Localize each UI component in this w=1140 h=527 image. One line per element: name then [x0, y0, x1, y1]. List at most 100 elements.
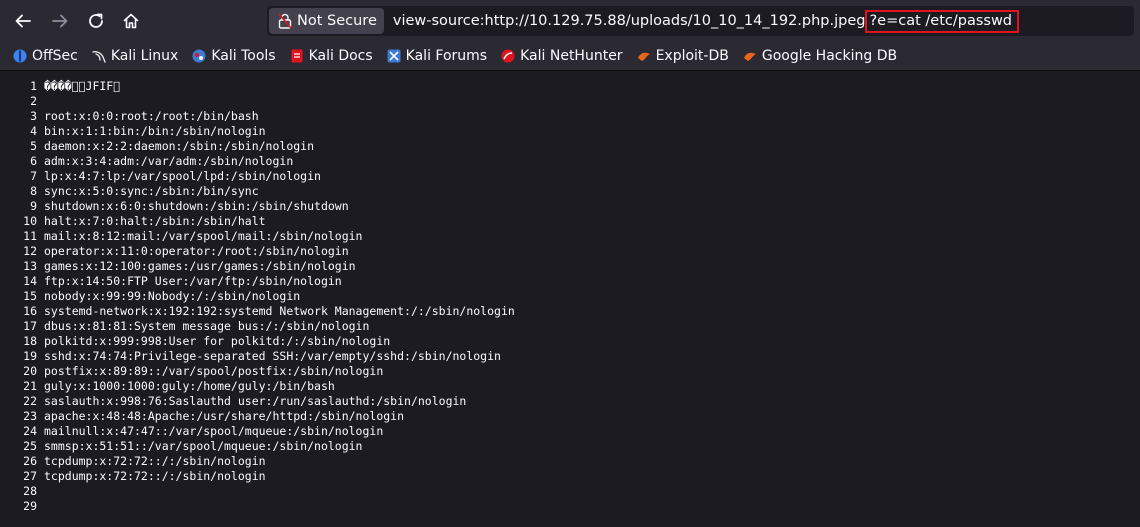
line-number: 8	[30, 184, 37, 198]
exploit-db-icon	[636, 48, 652, 64]
line-number: 3	[30, 109, 37, 123]
line-number: 2	[30, 94, 37, 108]
line-number: 14	[23, 274, 37, 288]
line-number: 26	[23, 454, 37, 468]
kali-dragon-icon	[91, 48, 107, 64]
bookmark-kali-nethunter[interactable]: Kali NetHunter	[500, 48, 623, 64]
home-icon	[123, 13, 139, 29]
security-label: Not Secure	[297, 13, 377, 29]
line-number: 29	[23, 499, 37, 513]
site-security-button[interactable]: Not Secure	[269, 8, 384, 34]
reload-icon	[89, 13, 103, 28]
line-text: nobody:x:99:99:Nobody:/:/sbin/nologin	[44, 289, 301, 303]
url-query-highlighted: ?e=cat /etc/passwd	[865, 9, 1020, 33]
line-number: 9	[30, 199, 37, 213]
line-text: guly:x:1000:1000:guly:/home/guly:/bin/ba…	[44, 379, 335, 393]
bookmark-kali-docs[interactable]: Kali Docs	[289, 48, 373, 64]
kali-docs-icon	[289, 48, 305, 64]
source-line: 18 polkitd:x:999:998:User for polkitd:/:/…	[0, 334, 1140, 349]
source-line: 11 mail:x:8:12:mail:/var/spool/mail:/sbin…	[0, 229, 1140, 244]
line-number: 11	[23, 229, 37, 243]
line-text: sshd:x:74:74:Privilege-separated SSH:/va…	[44, 349, 501, 363]
source-line: 15 nobody:x:99:99:Nobody:/:/sbin/nologin	[0, 289, 1140, 304]
bookmark-exploit-db[interactable]: Exploit-DB	[636, 48, 729, 64]
kali-tools-icon	[191, 48, 207, 64]
source-line: 6 adm:x:3:4:adm:/var/adm:/sbin/nologin	[0, 154, 1140, 169]
source-line: 5 daemon:x:2:2:daemon:/sbin:/sbin/nologin	[0, 139, 1140, 154]
arrow-left-icon	[15, 14, 31, 28]
source-line: 1 ���� JFIF 	[0, 79, 1140, 94]
bookmark-kali-forums[interactable]: Kali Forums	[386, 48, 487, 64]
line-number: 21	[23, 379, 37, 393]
line-text: postfix:x:89:89::/var/spool/postfix:/sbi…	[44, 364, 384, 378]
line-text: saslauth:x:998:76:Saslauthd user:/run/sa…	[44, 394, 467, 408]
line-number: 27	[23, 469, 37, 483]
bookmarks-toolbar: OffSec Kali Linux Kali Tools Kali Docs K…	[0, 42, 1140, 71]
source-line: 24 mailnull:x:47:47::/var/spool/mqueue:/s…	[0, 424, 1140, 439]
view-source-content: 1 ���� JFIF  2 3 root:x:0:0:root:/root:/bin…	[0, 71, 1140, 514]
url-text[interactable]: view-source:http://10.129.75.88/uploads/…	[393, 9, 1020, 33]
ghdb-icon	[742, 48, 758, 64]
line-text: halt:x:7:0:halt:/sbin:/sbin/halt	[44, 214, 266, 228]
line-text: operator:x:11:0:operator:/root:/sbin/nol…	[44, 244, 349, 258]
bookmark-label: Kali Docs	[308, 48, 373, 64]
line-number: 7	[30, 169, 37, 183]
line-number: 5	[30, 139, 37, 153]
line-number: 10	[23, 214, 37, 228]
source-line: 23 apache:x:48:48:Apache:/usr/share/httpd…	[0, 409, 1140, 424]
line-text: games:x:12:100:games:/usr/games:/sbin/no…	[44, 259, 356, 273]
line-text: bin:x:1:1:bin:/bin:/sbin/nologin	[44, 124, 266, 138]
source-line: 14 ftp:x:14:50:FTP User:/var/ftp:/sbin/no…	[0, 274, 1140, 289]
source-line: 4 bin:x:1:1:bin:/bin:/sbin/nologin	[0, 124, 1140, 139]
source-line: 9 shutdown:x:6:0:shutdown:/sbin:/sbin/shu…	[0, 199, 1140, 214]
line-number: 23	[23, 409, 37, 423]
nethunter-icon	[500, 48, 516, 64]
bookmark-label: Exploit-DB	[655, 48, 729, 64]
source-line: 10 halt:x:7:0:halt:/sbin:/sbin/halt	[0, 214, 1140, 229]
source-line: 3 root:x:0:0:root:/root:/bin/bash	[0, 109, 1140, 124]
line-number: 1	[30, 79, 37, 93]
source-line: 25 smmsp:x:51:51::/var/spool/mqueue:/sbin…	[0, 439, 1140, 454]
source-line: 16 systemd-network:x:192:192:systemd Netw…	[0, 304, 1140, 319]
bookmark-google-hacking-db[interactable]: Google Hacking DB	[742, 48, 897, 64]
line-text: dbus:x:81:81:System message bus:/:/sbin/…	[44, 319, 370, 333]
bookmark-offsec[interactable]: OffSec	[12, 48, 78, 64]
line-number: 28	[23, 484, 37, 498]
reload-button[interactable]	[81, 6, 111, 36]
line-number: 25	[23, 439, 37, 453]
bookmark-label: Google Hacking DB	[761, 48, 898, 64]
address-bar[interactable]: Not Secure view-source:http://10.129.75.…	[267, 6, 1134, 36]
line-number: 19	[23, 349, 37, 363]
back-button[interactable]	[8, 6, 38, 36]
line-text: tcpdump:x:72:72::/:/sbin/nologin	[44, 454, 266, 468]
source-line: 19 sshd:x:74:74:Privilege-separated SSH:/…	[0, 349, 1140, 364]
browser-toolbar: Not Secure view-source:http://10.129.75.…	[0, 0, 1140, 42]
line-text: adm:x:3:4:adm:/var/adm:/sbin/nologin	[44, 154, 294, 168]
line-number: 12	[23, 244, 37, 258]
line-number: 20	[23, 364, 37, 378]
line-text: root:x:0:0:root:/root:/bin/bash	[44, 109, 259, 123]
home-button[interactable]	[116, 6, 146, 36]
bookmark-label: Kali Forums	[405, 48, 488, 64]
bookmark-kali-linux[interactable]: Kali Linux	[91, 48, 178, 64]
bookmark-label: Kali NetHunter	[520, 48, 623, 64]
line-text: shutdown:x:6:0:shutdown:/sbin:/sbin/shut…	[44, 199, 349, 213]
bookmark-kali-tools[interactable]: Kali Tools	[191, 48, 276, 64]
line-text: lp:x:4:7:lp:/var/spool/lpd:/sbin/nologin	[44, 169, 321, 183]
line-text: daemon:x:2:2:daemon:/sbin:/sbin/nologin	[44, 139, 315, 153]
source-line: 8 sync:x:5:0:sync:/sbin:/bin/sync	[0, 184, 1140, 199]
line-text: sync:x:5:0:sync:/sbin:/bin/sync	[44, 184, 259, 198]
source-line: 21 guly:x:1000:1000:guly:/home/guly:/bin/…	[0, 379, 1140, 394]
line-text: apache:x:48:48:Apache:/usr/share/httpd:/…	[44, 409, 405, 423]
source-line: 28	[0, 484, 1140, 499]
source-line: 29	[0, 499, 1140, 514]
source-line: 27 tcpdump:x:72:72::/:/sbin/nologin	[0, 469, 1140, 484]
bookmark-label: Kali Linux	[110, 48, 179, 64]
line-number: 24	[23, 424, 37, 438]
forward-button[interactable]	[45, 6, 75, 36]
line-number: 13	[23, 259, 37, 273]
line-text: smmsp:x:51:51::/var/spool/mqueue:/sbin/n…	[44, 439, 363, 453]
source-line: 17 dbus:x:81:81:System message bus:/:/sbi…	[0, 319, 1140, 334]
line-text: ���� JFIF 	[44, 79, 121, 93]
arrow-right-icon	[52, 14, 68, 28]
